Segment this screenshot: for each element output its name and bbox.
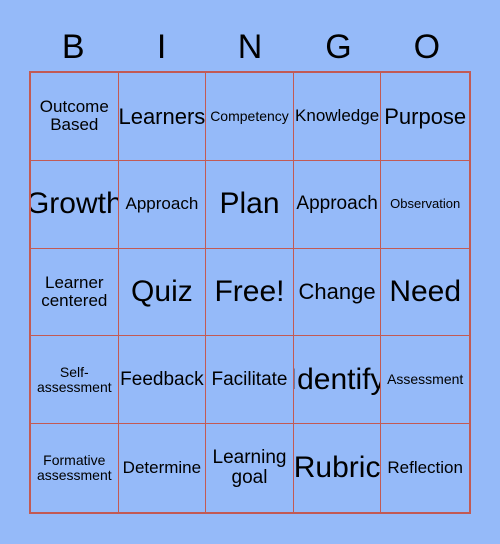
- bingo-cell[interactable]: Identify: [293, 336, 382, 425]
- bingo-cell-label: Feedback: [120, 368, 204, 390]
- bingo-cell[interactable]: Approach: [118, 160, 207, 249]
- bingo-cell[interactable]: Free!: [206, 248, 294, 337]
- bingo-cell[interactable]: Assessment: [381, 336, 469, 425]
- bingo-cell[interactable]: Competency: [206, 73, 294, 161]
- bingo-cell[interactable]: Facilitate: [206, 336, 294, 425]
- bingo-cell-label: Learners: [118, 103, 206, 129]
- bingo-cell[interactable]: Reflection: [381, 424, 469, 512]
- bingo-cell-label: Determine: [122, 457, 202, 477]
- bingo-cell-label: Outcome Based: [39, 97, 109, 135]
- bingo-cell-label: Identify: [293, 362, 382, 396]
- bingo-cell[interactable]: Plan: [206, 160, 294, 249]
- bingo-cell[interactable]: Growth: [31, 160, 119, 249]
- bingo-cell[interactable]: Purpose: [381, 73, 469, 161]
- bingo-header-letter-g: G: [325, 28, 352, 66]
- bingo-cell-label: Rubric: [293, 450, 381, 484]
- bingo-cell-label: Free!: [214, 274, 285, 308]
- bingo-header-letter-n: N: [237, 28, 263, 66]
- bingo-cell-label: Self- assessment: [36, 363, 112, 395]
- bingo-cell[interactable]: Quiz: [118, 248, 207, 337]
- bingo-cell-label: Learner centered: [41, 272, 108, 310]
- bingo-grid: Outcome Based Learners Competency Knowledge…: [29, 71, 471, 514]
- bingo-cell[interactable]: Learners: [118, 73, 207, 161]
- bingo-cell[interactable]: Rubric: [293, 424, 382, 512]
- bingo-cell-label: Purpose: [384, 103, 467, 129]
- bingo-cell[interactable]: Outcome Based: [31, 73, 119, 161]
- bingo-cell-label: Approach: [125, 194, 199, 214]
- bingo-header-letter-i: I: [156, 28, 167, 66]
- bingo-cell-label: Reflection: [387, 457, 463, 477]
- bingo-card: B I N G O Outcome Based Learners Competenc…: [0, 0, 500, 544]
- bingo-cell[interactable]: Self- assessment: [31, 336, 119, 425]
- bingo-cell[interactable]: Observation: [381, 160, 469, 249]
- bingo-cell-label: Learning goal: [212, 446, 287, 489]
- bingo-cell[interactable]: Change: [293, 248, 382, 337]
- bingo-cell-label: Knowledge: [295, 106, 380, 126]
- bingo-header-letter-b: B: [61, 28, 85, 66]
- bingo-cell-label: Assessment: [387, 371, 464, 388]
- bingo-cell-label: Need: [389, 274, 462, 308]
- bingo-header-letter-o: O: [413, 28, 441, 66]
- bingo-cell-label: Growth: [31, 187, 119, 220]
- bingo-cell-label: Competency: [210, 107, 289, 124]
- bingo-header: B I N G O: [29, 24, 471, 70]
- bingo-cell[interactable]: Learner centered: [31, 248, 119, 337]
- bingo-cell-label: Formative assessment: [36, 451, 112, 484]
- bingo-cell[interactable]: Knowledge: [293, 73, 382, 161]
- bingo-cell[interactable]: Need: [381, 248, 469, 337]
- bingo-cell-label: Change: [298, 279, 376, 305]
- bingo-cell[interactable]: Feedback: [118, 336, 207, 425]
- bingo-cell-label: Facilitate: [211, 368, 288, 390]
- bingo-cell-label: Plan: [219, 187, 280, 220]
- bingo-cell-label: Quiz: [131, 274, 193, 308]
- bingo-cell-label: Approach: [296, 192, 378, 214]
- bingo-cell-label: Observation: [390, 196, 461, 212]
- bingo-cell[interactable]: Determine: [118, 424, 207, 512]
- bingo-cell[interactable]: Formative assessment: [31, 424, 119, 512]
- bingo-cell[interactable]: Learning goal: [206, 424, 294, 512]
- bingo-cell[interactable]: Approach: [293, 160, 382, 249]
